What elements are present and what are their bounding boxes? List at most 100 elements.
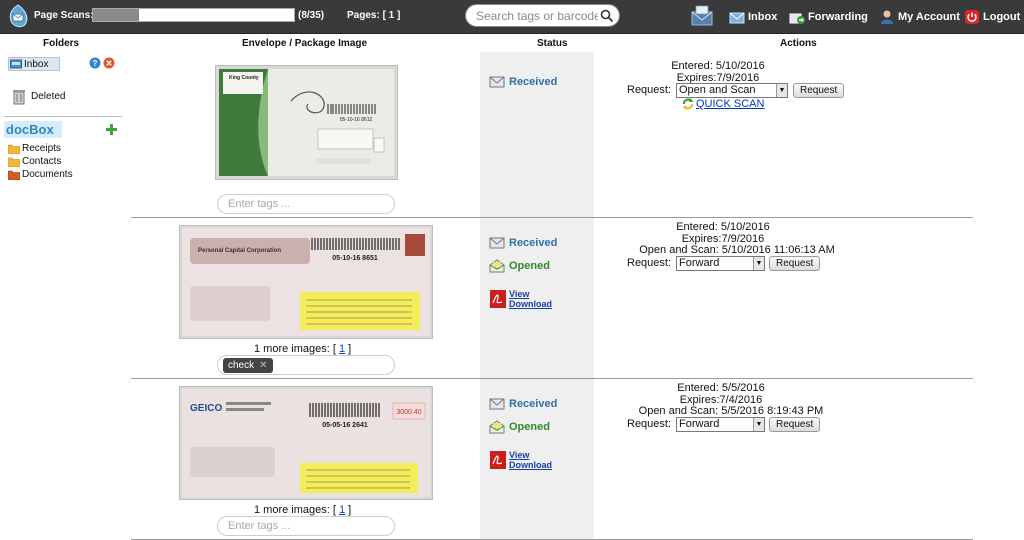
nav-inbox-label: Inbox bbox=[748, 11, 778, 23]
more-images-close: ] bbox=[348, 504, 352, 516]
request-button[interactable]: Request bbox=[769, 417, 821, 432]
docbox-logo: docBox bbox=[4, 121, 62, 138]
status-received: Received bbox=[489, 75, 557, 88]
search-box bbox=[465, 4, 620, 27]
search-input[interactable] bbox=[476, 9, 598, 23]
received-mail-icon bbox=[489, 398, 505, 410]
quick-scan[interactable]: QUICK SCAN bbox=[681, 98, 764, 110]
status-opened: Opened bbox=[489, 420, 550, 434]
status-received: Received bbox=[489, 397, 557, 410]
entered-date: Entered: 5/10/2016 bbox=[676, 221, 770, 233]
sidebar-item-contacts-label: Contacts bbox=[22, 156, 62, 167]
nav-logout[interactable]: Logout bbox=[964, 9, 1020, 25]
docbox-logo-text: docBox bbox=[6, 122, 54, 137]
sidebar-item-deleted-label: Deleted bbox=[31, 91, 66, 102]
open-scan-timestamp: Open and Scan: 5/10/2016 11:06:13 AM bbox=[639, 244, 835, 256]
tag-chip-label: check bbox=[228, 360, 255, 371]
status-received-label: Received bbox=[509, 236, 558, 249]
request-button[interactable]: Request bbox=[793, 83, 845, 98]
pdf-icon[interactable] bbox=[489, 289, 507, 309]
envelope-org-text: Personal Capital Corporation bbox=[198, 248, 281, 254]
nav-forwarding-label: Forwarding bbox=[808, 11, 868, 23]
row-divider bbox=[131, 378, 973, 379]
nav-inbox[interactable]: Inbox bbox=[729, 9, 777, 25]
envelope-image[interactable]: King County 05-10-16 8612 bbox=[215, 65, 398, 180]
pdf-icon[interactable] bbox=[489, 450, 507, 470]
page-scans-progress-fill bbox=[93, 9, 140, 21]
envelope-image[interactable]: GEICO 05-05-16 2641 3000.40 bbox=[179, 386, 433, 500]
status-opened: Opened bbox=[489, 259, 550, 273]
nav-my-account[interactable]: My Account bbox=[879, 9, 960, 25]
sidebar-divider bbox=[4, 116, 122, 117]
opened-mail-icon bbox=[489, 420, 505, 434]
status-received-label: Received bbox=[509, 397, 558, 410]
svg-text:?: ? bbox=[93, 59, 98, 68]
envelope-org-text: King County bbox=[229, 75, 259, 81]
add-folder-icon[interactable] bbox=[106, 124, 117, 135]
more-images: 1 more images: [ 1 ] bbox=[254, 504, 351, 516]
folder-icon bbox=[8, 144, 20, 154]
download-link[interactable]: Download bbox=[509, 299, 552, 309]
received-mail-icon bbox=[489, 237, 505, 249]
inbox-icon bbox=[729, 12, 745, 24]
sidebar-item-deleted[interactable]: Deleted bbox=[12, 88, 65, 105]
chevron-down-icon: ▼ bbox=[753, 257, 764, 270]
inbox-tray-icon bbox=[10, 59, 22, 69]
request-select[interactable]: Open and Scan ▼ bbox=[676, 83, 788, 98]
sidebar-item-receipts[interactable]: Receipts bbox=[8, 143, 61, 154]
tag-chip[interactable]: check ✕ bbox=[223, 358, 273, 373]
quick-scan-link[interactable]: QUICK SCAN bbox=[696, 98, 764, 110]
column-header-image: Envelope / Package Image bbox=[242, 38, 368, 49]
trash-icon bbox=[13, 90, 25, 105]
more-images-text: 1 more images: [ bbox=[254, 343, 336, 355]
mail-envelope-icon[interactable] bbox=[690, 5, 714, 27]
request-select-value: Forward bbox=[679, 257, 720, 269]
envelope-barcode-text: 05-10-16 8612 bbox=[340, 117, 373, 123]
sidebar-item-documents[interactable]: Documents bbox=[8, 169, 73, 180]
column-header-folders: Folders bbox=[43, 38, 80, 49]
remove-tag-icon[interactable]: ✕ bbox=[259, 360, 267, 371]
request-button[interactable]: Request bbox=[769, 256, 821, 271]
entered-date: Entered: 5/5/2016 bbox=[677, 382, 765, 394]
page-scans-label: Page Scans: bbox=[34, 10, 94, 21]
request-select[interactable]: Forward ▼ bbox=[676, 417, 765, 432]
tags-field[interactable] bbox=[217, 516, 395, 536]
column-header-status: Status bbox=[537, 38, 568, 49]
download-link[interactable]: Download bbox=[509, 460, 552, 470]
pages-count: Pages: [ 1 ] bbox=[347, 10, 401, 21]
sidebar-item-inbox[interactable]: Inbox bbox=[8, 57, 60, 71]
request-select[interactable]: Forward ▼ bbox=[676, 256, 765, 271]
nav-my-account-label: My Account bbox=[898, 11, 960, 23]
status-opened-label: Opened bbox=[509, 260, 550, 272]
nav-forwarding[interactable]: Forwarding bbox=[789, 9, 868, 25]
tags-input[interactable] bbox=[228, 198, 378, 210]
envelope-barcode-text: 05-05-16 2641 bbox=[322, 422, 368, 429]
open-scan-timestamp: Open and Scan: 5/5/2016 8:19:43 PM bbox=[638, 405, 824, 417]
request-label: Request: bbox=[627, 257, 672, 269]
request-label: Request: bbox=[627, 418, 672, 430]
chevron-down-icon: ▼ bbox=[776, 84, 787, 97]
tags-field[interactable] bbox=[217, 194, 395, 214]
help-icon[interactable]: ? bbox=[89, 57, 101, 69]
envelope-image[interactable]: Personal Capital Corporation 05-10-16 86… bbox=[179, 225, 433, 339]
app-logo-icon[interactable] bbox=[6, 3, 30, 31]
sidebar-item-contacts[interactable]: Contacts bbox=[8, 156, 61, 167]
sidebar-item-documents-label: Documents bbox=[22, 169, 73, 180]
tags-input[interactable] bbox=[228, 520, 378, 532]
tags-field[interactable]: check ✕ bbox=[217, 355, 395, 375]
page-scans-progress bbox=[92, 8, 295, 22]
envelope-org-text: GEICO bbox=[190, 403, 222, 414]
more-images-link[interactable]: 1 bbox=[339, 343, 345, 355]
more-images: 1 more images: [ 1 ] bbox=[254, 343, 351, 355]
view-link[interactable]: View bbox=[509, 289, 552, 299]
nav-logout-label: Logout bbox=[983, 11, 1021, 23]
folder-icon bbox=[8, 157, 20, 167]
more-images-link[interactable]: 1 bbox=[339, 504, 345, 516]
request-label: Request: bbox=[627, 84, 672, 96]
column-header-actions: Actions bbox=[780, 38, 817, 49]
close-icon[interactable] bbox=[103, 57, 115, 69]
more-images-text: 1 more images: [ bbox=[254, 504, 336, 516]
view-link[interactable]: View bbox=[509, 450, 552, 460]
search-icon[interactable] bbox=[600, 9, 614, 23]
more-images-close: ] bbox=[348, 343, 352, 355]
